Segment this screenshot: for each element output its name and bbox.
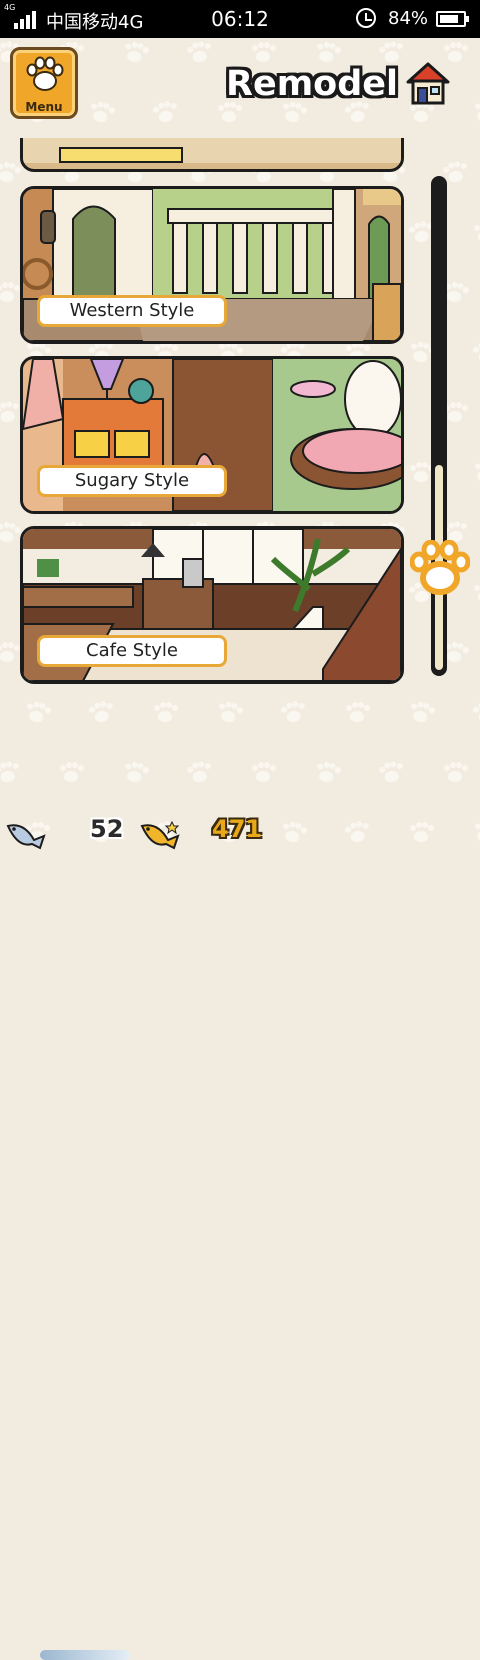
paw-print-icon (250, 42, 276, 64)
paw-print-icon (120, 40, 150, 67)
paw-icon (26, 56, 64, 91)
page-title: Remodel (226, 64, 398, 104)
paw-print-icon (470, 460, 480, 487)
menu-button[interactable]: Menu (10, 47, 78, 119)
paw-print-icon (22, 700, 52, 727)
paw-print-icon (58, 762, 84, 784)
paw-scroll-handle-icon[interactable] (410, 540, 470, 598)
paw-print-icon (278, 700, 308, 727)
style-label-cafe: Cafe Style (37, 635, 227, 667)
paw-print-icon (184, 40, 214, 67)
house-icon (406, 62, 450, 105)
paw-print-icon (406, 700, 436, 727)
paw-print-icon (376, 40, 406, 67)
paw-print-icon (86, 100, 116, 127)
style-card-hidden[interactable] (20, 138, 404, 172)
paw-print-icon (0, 642, 20, 664)
gold-fish-icon (140, 820, 180, 850)
paw-print-icon (216, 102, 242, 124)
paw-print-icon (184, 760, 214, 787)
paw-print-icon (250, 762, 276, 784)
style-list[interactable]: Western Style Sugary Style Cafe Style (18, 138, 406, 698)
paw-print-icon (472, 222, 480, 244)
style-card-cafe[interactable]: Cafe Style (20, 526, 404, 684)
style-card-western[interactable]: Western Style (20, 186, 404, 344)
paw-print-icon (470, 700, 480, 727)
alarm-icon (356, 8, 376, 28)
silver-fish-count: 52 (90, 815, 124, 843)
paw-print-icon (470, 100, 480, 127)
paw-print-icon (150, 100, 180, 127)
paw-print-icon (312, 40, 342, 67)
scrollbar-track[interactable] (431, 176, 447, 676)
style-card-sugary[interactable]: Sugary Style (20, 356, 404, 514)
paw-print-icon (0, 760, 22, 787)
paw-print-icon (376, 760, 406, 787)
paw-print-icon (214, 700, 244, 727)
silver-fish-icon (6, 824, 46, 850)
paw-print-icon (442, 762, 468, 784)
silver-swoosh (40, 1650, 130, 1660)
paw-print-icon (470, 340, 480, 367)
battery-percent: 84% (388, 8, 429, 29)
menu-label: Menu (25, 100, 63, 114)
paw-print-icon (152, 702, 178, 724)
gold-fish-count: 471 (212, 815, 263, 843)
paw-print-icon (344, 702, 370, 724)
status-bar: 4G 中国移动4G 06:12 84% (0, 0, 480, 38)
paw-print-icon (120, 760, 150, 787)
style-label-western: Western Style (37, 295, 227, 327)
style-label-sugary: Sugary Style (37, 465, 227, 497)
paw-print-icon (86, 700, 116, 727)
battery-icon (436, 11, 469, 27)
paw-print-icon (472, 582, 480, 604)
paw-print-icon (312, 760, 342, 787)
paw-print-icon (0, 282, 20, 304)
